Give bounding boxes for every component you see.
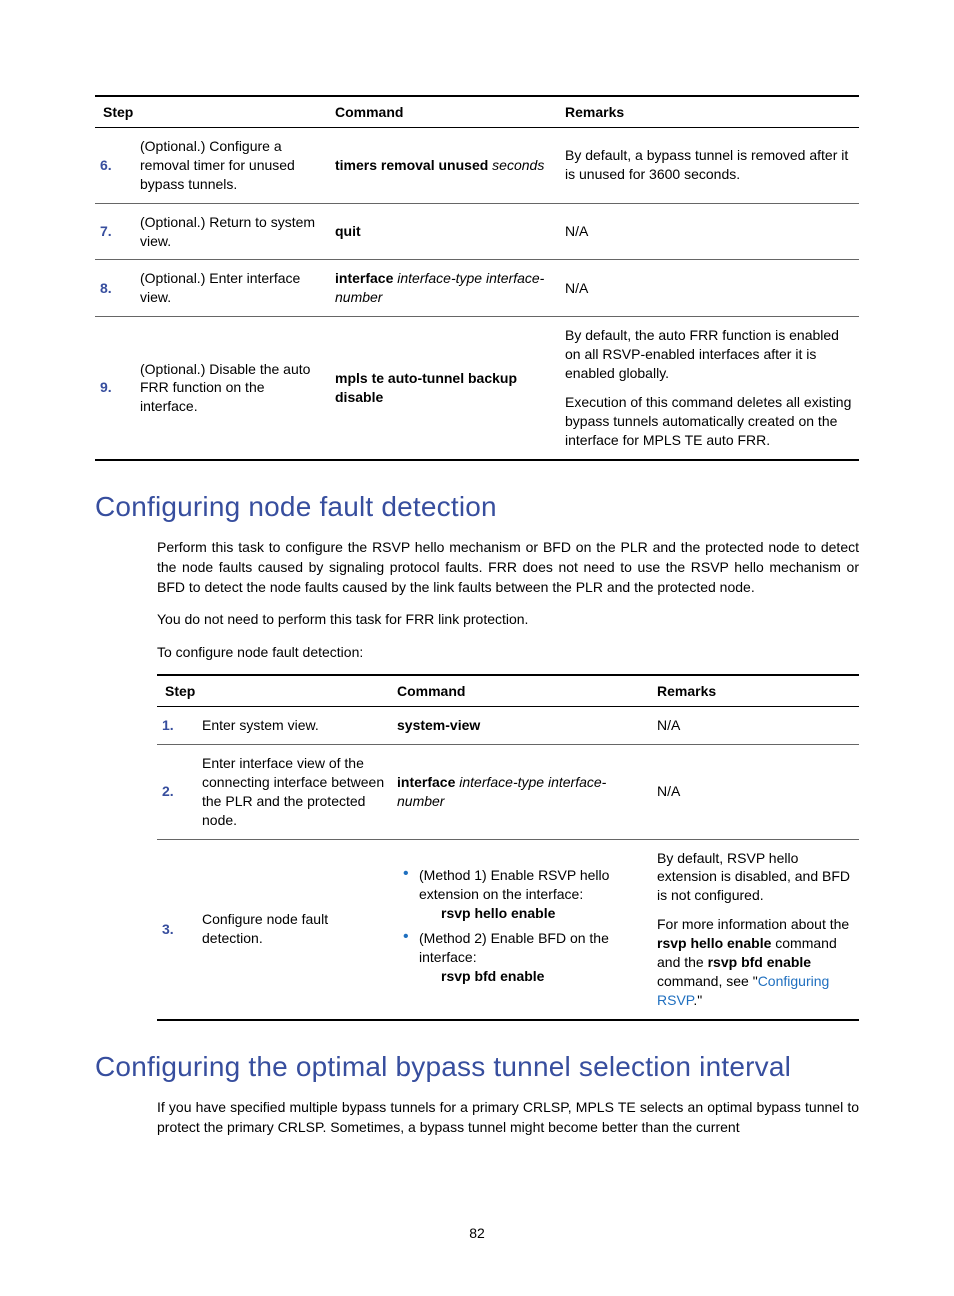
table-auto-frr-steps: Step Command Remarks 6. (Optional.) Conf… [95, 95, 859, 461]
page-number: 82 [0, 1225, 954, 1241]
step-text: Configure node fault detection. [197, 839, 392, 1020]
table-row: 7. (Optional.) Return to system view. qu… [95, 203, 859, 260]
command-text: timers removal unused seconds [330, 128, 560, 204]
remarks-text: N/A [560, 203, 859, 260]
step-number: 6. [95, 128, 135, 204]
col-header-remarks: Remarks [652, 675, 859, 707]
command-text: interface interface-type interface-numbe… [392, 744, 652, 839]
table-node-fault-steps: Step Command Remarks 1. Enter system vie… [157, 674, 859, 1021]
step-number: 9. [95, 317, 135, 460]
paragraph: Perform this task to configure the RSVP … [157, 537, 859, 598]
step-number: 8. [95, 260, 135, 317]
step-text: Enter interface view of the connecting i… [197, 744, 392, 839]
col-header-step: Step [95, 96, 330, 128]
remarks-text: By default, RSVP hello extension is disa… [652, 839, 859, 1020]
step-number: 1. [157, 707, 197, 745]
col-header-command: Command [392, 675, 652, 707]
table-row: 6. (Optional.) Configure a removal timer… [95, 128, 859, 204]
table-row: 3. Configure node fault detection. (Meth… [157, 839, 859, 1020]
col-header-command: Command [330, 96, 560, 128]
col-header-step: Step [157, 675, 392, 707]
step-text: (Optional.) Configure a removal timer fo… [135, 128, 330, 204]
remarks-text: N/A [560, 260, 859, 317]
table-row: 1. Enter system view. system-view N/A [157, 707, 859, 745]
paragraph: To configure node fault detection: [157, 642, 859, 662]
step-text: (Optional.) Disable the auto FRR functio… [135, 317, 330, 460]
remarks-text: By default, the auto FRR function is ena… [560, 317, 859, 460]
col-header-remarks: Remarks [560, 96, 859, 128]
step-number: 2. [157, 744, 197, 839]
step-number: 7. [95, 203, 135, 260]
method-item: (Method 2) Enable BFD on the interface: … [397, 929, 647, 986]
command-text: mpls te auto-tunnel backup disable [330, 317, 560, 460]
table-row: 9. (Optional.) Disable the auto FRR func… [95, 317, 859, 460]
section-heading-node-fault: Configuring node fault detection [95, 491, 859, 523]
remarks-text: N/A [652, 744, 859, 839]
paragraph: You do not need to perform this task for… [157, 609, 859, 629]
step-number: 3. [157, 839, 197, 1020]
command-text: system-view [392, 707, 652, 745]
step-text: Enter system view. [197, 707, 392, 745]
method-item: (Method 1) Enable RSVP hello extension o… [397, 866, 647, 923]
step-text: (Optional.) Enter interface view. [135, 260, 330, 317]
remarks-text: By default, a bypass tunnel is removed a… [560, 128, 859, 204]
section-heading-bypass-interval: Configuring the optimal bypass tunnel se… [95, 1051, 859, 1083]
table-row: 2. Enter interface view of the connectin… [157, 744, 859, 839]
remarks-text: N/A [652, 707, 859, 745]
command-text: quit [330, 203, 560, 260]
command-text: interface interface-type interface-numbe… [330, 260, 560, 317]
step-text: (Optional.) Return to system view. [135, 203, 330, 260]
paragraph: If you have specified multiple bypass tu… [157, 1097, 859, 1138]
command-text: (Method 1) Enable RSVP hello extension o… [392, 839, 652, 1020]
table-row: 8. (Optional.) Enter interface view. int… [95, 260, 859, 317]
